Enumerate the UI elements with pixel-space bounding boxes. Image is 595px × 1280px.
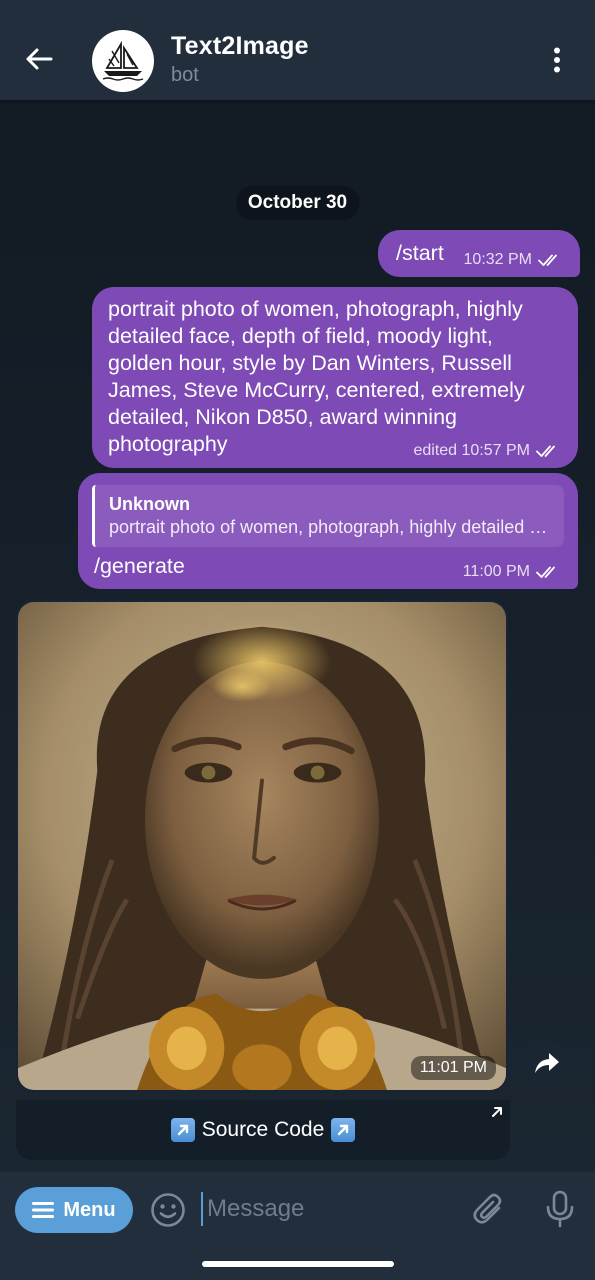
message-list[interactable]: October 30 /start 10:32 PM portrait phot… (0, 100, 595, 1172)
message-meta: 10:32 PM (464, 251, 562, 269)
bot-menu-button[interactable]: Menu (15, 1187, 133, 1233)
message-time: edited 10:57 PM (413, 442, 530, 459)
message-time: 11:00 PM (462, 563, 530, 580)
reply-author: Unknown (109, 494, 190, 514)
bot-avatar[interactable] (92, 30, 154, 92)
source-code-label: Source Code (201, 1118, 325, 1141)
outgoing-message[interactable]: /start 10:32 PM (378, 230, 580, 277)
outgoing-message[interactable]: portrait photo of women, photograph, hig… (92, 287, 578, 468)
menu-label: Menu (63, 1198, 116, 1221)
system-navigation-bar (0, 1246, 595, 1280)
reply-preview[interactable]: Unknown portrait photo of women, photogr… (92, 485, 564, 547)
chat-subtitle: bot (171, 64, 199, 86)
arrow-up-right-emoji-icon (170, 1118, 195, 1142)
message-text: /start (396, 241, 444, 265)
chat-title[interactable]: Text2Image (171, 32, 309, 61)
smiley-icon (151, 1193, 185, 1227)
message-text: portrait photo of women, photograph, hig… (108, 297, 525, 456)
double-check-icon (538, 254, 557, 266)
message-input[interactable] (205, 1190, 465, 1228)
source-code-button[interactable]: Source Code (16, 1100, 510, 1160)
share-arrow-icon (535, 1053, 559, 1073)
incoming-photo-message[interactable]: 11:01 PM (16, 600, 508, 1092)
sailboat-logo-icon (102, 41, 144, 81)
back-button[interactable] (14, 34, 64, 84)
microphone-icon (546, 1190, 574, 1228)
paperclip-icon (473, 1193, 502, 1224)
attach-button[interactable] (472, 1192, 508, 1233)
message-composer: Menu (0, 1172, 595, 1246)
generated-portrait-image[interactable] (18, 602, 506, 1090)
reply-text: portrait photo of women, photograph, hig… (109, 517, 552, 537)
message-meta: edited 10:57 PM (413, 442, 560, 460)
outgoing-message[interactable]: Unknown portrait photo of women, photogr… (78, 473, 578, 589)
voice-record-button[interactable] (543, 1190, 577, 1233)
external-link-icon (492, 1107, 502, 1117)
share-button[interactable] (524, 1040, 570, 1086)
text-cursor (201, 1192, 203, 1226)
message-meta: 11:00 PM (463, 563, 560, 581)
arrow-up-right-emoji-icon (331, 1118, 356, 1142)
date-separator: October 30 (235, 186, 360, 220)
double-check-icon (536, 445, 555, 457)
more-vertical-icon (554, 47, 560, 73)
emoji-button[interactable] (150, 1192, 186, 1233)
message-time: 10:32 PM (463, 251, 532, 268)
message-text: /generate (94, 554, 185, 578)
photo-time: 11:01 PM (410, 1056, 496, 1080)
hamburger-icon (32, 1202, 55, 1218)
home-indicator[interactable] (202, 1261, 394, 1267)
double-check-icon (536, 566, 555, 578)
arrow-left-icon (26, 48, 53, 70)
more-options-button[interactable] (537, 40, 577, 80)
chat-header: Text2Image bot (0, 0, 595, 100)
